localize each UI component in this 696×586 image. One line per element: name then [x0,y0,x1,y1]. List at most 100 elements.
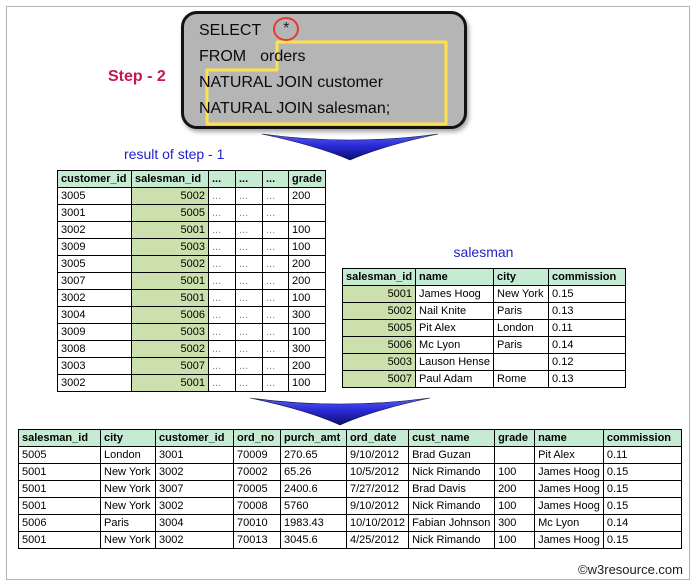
cell: ... [235,289,263,307]
table-row: 5001 New York 3002 70013 3045.6 4/25/2012 Nick… [18,531,682,549]
cell: 0.15 [602,463,682,481]
cell: 3004 [155,514,234,532]
cell: 5001 [341,285,417,303]
table-row: 5002 Nail Knite Paris 0.13 [341,302,627,320]
cell: London [100,446,156,464]
down-arrow-icon [250,397,430,426]
select-keyword: SELECT [199,22,262,39]
cell [288,204,326,222]
cell: Paul Adam [415,370,495,388]
cell: 7/27/2012 [345,480,410,498]
table-row: 3003 5007......... 200 [57,357,326,375]
cell: Pit Alex [534,446,604,464]
column-header: customer_id [57,170,132,188]
cell: 5007 [341,370,417,388]
cell: Mc Lyon [534,514,604,532]
column-header: purch_amt [280,429,347,447]
table-row: 3005 5002......... 200 [57,255,326,273]
cell [493,353,550,371]
column-header: name [415,268,495,286]
cell: 0.12 [548,353,627,371]
cell: 10/5/2012 [345,463,410,481]
cell: 3002 [57,289,132,307]
column-header: cust_name [408,429,496,447]
cell: ... [208,340,236,358]
column-header: ord_date [345,429,410,447]
table-row: 5001 New York 3007 70005 2400.6 7/27/2012 Brad… [18,480,682,498]
cell: ... [208,204,236,222]
cell: ... [262,374,289,392]
cell: 100 [288,238,326,256]
salesman-table: salesman_id name city commission 5001 James H… [341,268,627,388]
cell: ... [235,340,263,358]
cell: 100 [288,221,326,239]
cell: 5001 [18,463,101,481]
table-row: 3008 5002......... 300 [57,340,326,358]
cell: ... [235,187,263,205]
cell: 5003 [131,323,209,341]
table-row: 3002 5001......... 100 [57,221,326,239]
column-header: ord_no [233,429,281,447]
cell: 0.15 [602,531,682,549]
cell: 5006 [18,514,101,532]
cell: 5007 [131,357,209,375]
cell: 3002 [155,531,234,549]
cell: 300 [494,514,536,532]
query-line-select: SELECT * [199,16,479,44]
cell: Paris [493,302,550,320]
cell: ... [208,238,236,256]
cell: New York [100,497,156,515]
column-header: salesman_id [341,268,417,286]
star-circle: * [273,16,300,41]
column-header: ... [208,170,236,188]
table-row: 5007 Paul Adam Rome 0.13 [341,370,627,388]
cell: ... [262,272,289,290]
cell: 70010 [233,514,281,532]
cell: 100 [288,374,326,392]
cell: James Hoog [534,480,604,498]
cell: ... [262,357,289,375]
cell: 65.26 [280,463,347,481]
cell: ... [208,187,236,205]
cell: 100 [494,531,536,549]
sql-query-box: SELECT * FROM orders NATURAL JOIN customer… [181,11,467,129]
table-row: 3001 5005......... [57,204,326,222]
cell: 0.15 [602,497,682,515]
cell: 100 [494,497,536,515]
final-result-table: salesman_id city customer_id ord_no purch_am… [18,429,682,549]
cell: 5006 [341,336,417,354]
cell: 3005 [57,255,132,273]
down-arrow-icon [262,133,438,161]
cell: 0.13 [548,302,627,320]
query-line-join-customer: NATURAL JOIN customer [199,74,384,91]
cell: ... [208,306,236,324]
cell: ... [235,323,263,341]
cell: James Hoog [415,285,495,303]
cell: 0.14 [602,514,682,532]
figure-canvas: SELECT * FROM orders NATURAL JOIN customer… [0,0,696,586]
cell: 5003 [341,353,417,371]
cell: 5005 [131,204,209,222]
cell: 3002 [57,374,132,392]
cell: James Hoog [534,463,604,481]
cell: ... [235,255,263,273]
cell: 3002 [155,463,234,481]
cell: 70005 [233,480,281,498]
cell: ... [235,204,263,222]
cell: 3003 [57,357,132,375]
cell: Pit Alex [415,319,495,337]
table-row: 5003 Lauson Hense 0.12 [341,353,627,371]
cell: 1983.43 [280,514,347,532]
cell: James Hoog [534,497,604,515]
cell: ... [235,238,263,256]
star-glyph: * [283,19,290,37]
cell: 5002 [131,255,209,273]
cell: 3005 [57,187,132,205]
header-row: customer_id salesman_id......... grade [57,170,326,188]
cell: ... [235,306,263,324]
cell: 200 [288,255,326,273]
table-row: 3009 5003......... 100 [57,323,326,341]
cell: 70008 [233,497,281,515]
cell: ... [262,187,289,205]
cell: 0.14 [548,336,627,354]
